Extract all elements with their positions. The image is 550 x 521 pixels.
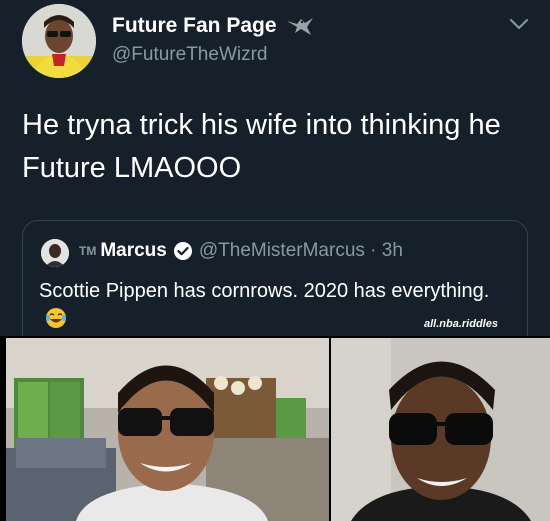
quoted-handle-time[interactable]: @TheMisterMarcus · 3h [199,240,403,262]
quoted-name-prefix: TM [79,244,97,258]
verified-icon [173,242,192,260]
watermark: all.nba.riddles [424,318,498,330]
photo-left[interactable] [6,338,329,521]
quoted-display-name[interactable]: Marcus [100,240,167,262]
tweet-card: Future Fan Page @FutureTheWizrd He tryna… [0,0,550,521]
quoted-avatar[interactable] [41,239,69,267]
display-name[interactable]: Future Fan Page [112,14,277,38]
author-row: Future Fan Page [112,14,315,38]
hawk-icon [286,18,313,35]
avatar[interactable] [22,4,96,78]
author-handle[interactable]: @FutureTheWizrd [112,44,268,66]
tweet-text: He tryna trick his wife into thinking he… [22,109,501,184]
laughing-emoji-icon [46,308,66,328]
photo-right[interactable] [331,338,550,521]
quoted-media[interactable] [0,336,550,521]
quoted-author-row: TM Marcus @TheMisterMarcus · 3h [79,240,403,262]
chevron-down-icon[interactable] [508,16,530,32]
quoted-text-content: Scottie Pippen has cornrows. 2020 has ev… [39,280,490,302]
